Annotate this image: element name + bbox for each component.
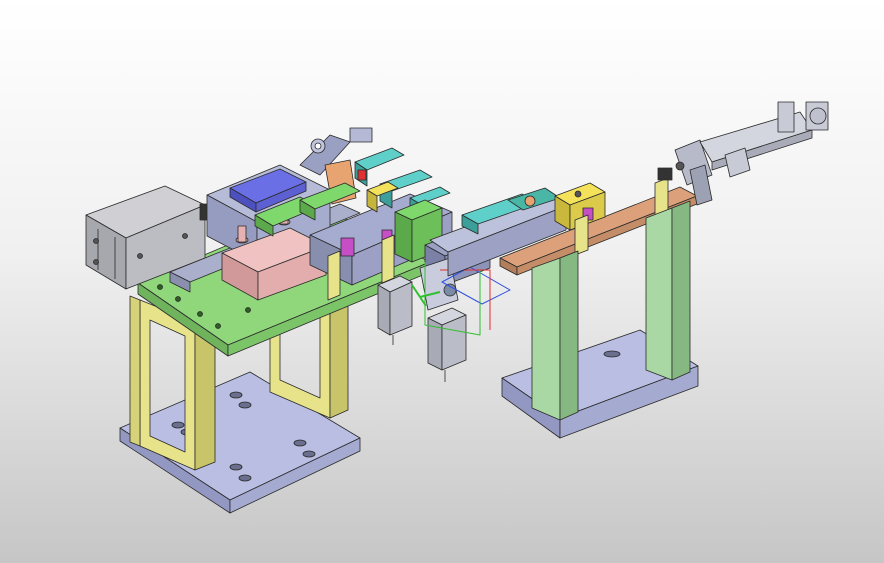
cad-viewport[interactable]	[0, 0, 884, 563]
assembly-model[interactable]	[0, 0, 884, 563]
vertical-cylinder-right	[427, 307, 467, 382]
right-column-front	[531, 250, 579, 421]
right-column-back	[645, 200, 691, 381]
vertical-cylinder-left	[377, 275, 413, 345]
